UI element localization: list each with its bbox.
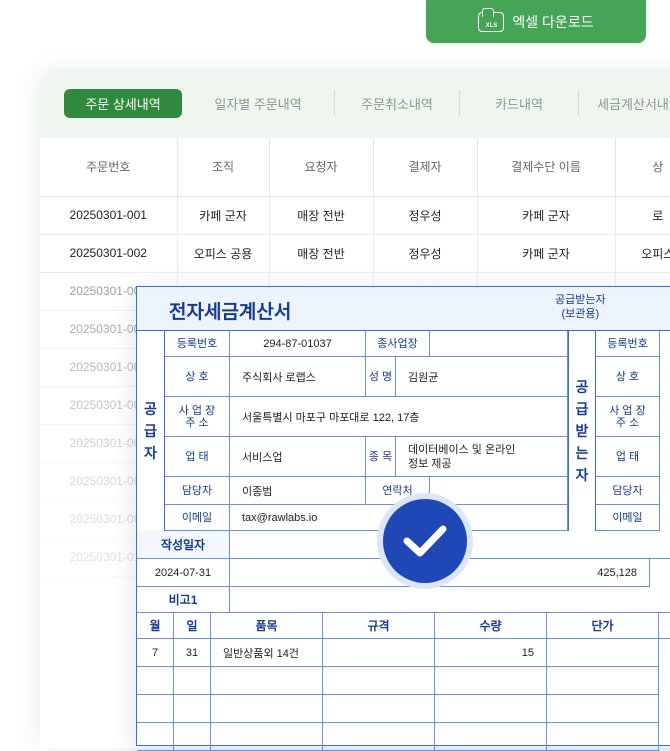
supplier-reg-no: 294-87-01037 <box>230 331 366 357</box>
biz-item-label: 종 목 <box>366 437 396 477</box>
supplier-biz-type: 서비스업 <box>230 437 366 477</box>
items-col-name: 품목 <box>211 613 323 639</box>
receiver-side-label: 공급받는자 <box>568 331 596 531</box>
tab-card-history[interactable]: 카드내역 <box>460 89 578 118</box>
item-empty-cell <box>174 723 211 751</box>
table-cell: 매장 전반 <box>269 196 374 235</box>
items-col-extra <box>659 613 670 639</box>
supplier-side-label: 공급자 <box>137 331 165 531</box>
date-label: 작성일자 <box>137 531 230 559</box>
table-cell: 카페 군자 <box>477 196 616 235</box>
receiver-side-text: 공급받는자 <box>575 379 589 483</box>
receiver-email-label: 이메일 <box>596 505 660 531</box>
receiver-manager-label: 담당자 <box>596 477 660 505</box>
item-empty-cell <box>323 723 435 751</box>
item-empty-cell <box>137 723 174 751</box>
item-empty-cell <box>174 695 211 723</box>
item-empty-cell <box>211 667 323 695</box>
item-empty-cell <box>137 667 174 695</box>
receiver-copy-label: 공급받는자 (보관용) <box>555 294 606 320</box>
item-empty-cell <box>323 695 435 723</box>
table-row[interactable]: 20250301-001 카페 군자 매장 전반 정우성 카페 군자 로 <box>40 196 670 235</box>
item-empty-cell <box>547 723 659 751</box>
note-value <box>230 587 670 613</box>
col-product[interactable]: 상 <box>615 138 670 197</box>
tab-order-details[interactable]: 주문 상세내역 <box>64 88 182 118</box>
excel-file-icon: XLS <box>478 7 505 32</box>
table-cell: 매장 전반 <box>269 234 374 273</box>
branch-label: 종사업장 <box>366 331 430 357</box>
reg-no-label: 등록번호 <box>165 331 230 357</box>
table-cell: 20250301-001 <box>40 196 178 235</box>
item-spec <box>323 639 435 667</box>
item-month: 7 <box>137 639 174 667</box>
excel-download-button[interactable]: XLS 엑셀 다운로드 <box>426 0 646 43</box>
email-label: 이메일 <box>165 505 230 531</box>
item-empty-cell <box>211 723 323 751</box>
supplier-branch <box>430 331 568 357</box>
company-label: 상 호 <box>165 357 230 397</box>
supplier-address: 서울특별시 마포구 마포대로 122, 17층 <box>230 397 568 437</box>
item-empty-cell <box>137 695 174 723</box>
ceo-label: 성 명 <box>366 357 396 397</box>
tab-daily-orders[interactable]: 일자별 주문내역 <box>182 89 334 118</box>
receiver-company-label: 상 호 <box>596 357 660 397</box>
excel-download-label: 엑셀 다운로드 <box>512 13 594 30</box>
invoice-title: 전자세금계산서 <box>169 302 292 323</box>
col-organization[interactable]: 조직 <box>177 138 270 197</box>
address-label: 사 업 장 주 소 <box>165 397 230 437</box>
note-label: 비고1 <box>137 587 230 613</box>
table-header-row: 주문번호 조직 요청자 결제자 결제수단 이름 상 <box>40 138 670 197</box>
table-cell: 오피스 <box>615 234 670 273</box>
receiver-biz-type-label: 업 태 <box>596 437 660 477</box>
item-name: 일반상품외 14건 <box>211 639 323 667</box>
col-payment-method[interactable]: 결제수단 이름 <box>477 138 616 197</box>
tab-order-cancellations[interactable]: 주문취소내역 <box>335 89 459 118</box>
items-col-price: 단가 <box>547 613 659 639</box>
tab-tax-invoices[interactable]: 세금계산서내역 <box>579 89 670 118</box>
supplier-company: 주식회사 로랩스 <box>230 357 366 397</box>
supplier-side-text: 공급자 <box>144 401 157 461</box>
items-col-qty: 수량 <box>435 613 547 639</box>
biz-type-label: 업 태 <box>165 437 230 477</box>
supplier-biz-item: 데이터베이스 및 온라인 정보 제공 <box>396 437 568 477</box>
invoice-header: 전자세금계산서 공급받는자 (보관용) <box>137 287 670 331</box>
receiver-reg-no-label: 등록번호 <box>596 331 660 357</box>
supplier-ceo: 김원균 <box>396 357 568 397</box>
invoice-date: 2024-07-31 <box>137 559 230 587</box>
col-order-no[interactable]: 주문번호 <box>40 138 178 197</box>
tab-bar: 주문 상세내역 일자별 주문내역 주문취소내역 카드내역 세금계산서내역 <box>40 68 670 138</box>
verified-check-badge <box>377 493 473 589</box>
table-cell: 정우성 <box>373 196 478 235</box>
item-empty-cell <box>435 695 547 723</box>
table-cell: 로 <box>615 196 670 235</box>
table-cell: 20250301-002 <box>40 234 178 273</box>
item-empty-cell <box>547 667 659 695</box>
item-empty-cell <box>547 695 659 723</box>
items-col-day: 일 <box>174 613 211 639</box>
item-empty-cell <box>211 695 323 723</box>
supplier-manager: 이종범 <box>230 477 366 505</box>
item-day: 31 <box>174 639 211 667</box>
col-requester[interactable]: 요청자 <box>269 138 374 197</box>
table-row[interactable]: 20250301-002 오피스 공용 매장 전반 정우성 카페 군자 오피스 <box>40 234 670 273</box>
checkmark-icon <box>383 499 467 583</box>
manager-label: 담당자 <box>165 477 230 505</box>
items-col-spec: 규격 <box>323 613 435 639</box>
item-qty: 15 <box>435 639 547 667</box>
item-empty-cell <box>174 667 211 695</box>
items-col-month: 월 <box>137 613 174 639</box>
table-cell: 카페 군자 <box>477 234 616 273</box>
table-cell: 카페 군자 <box>177 196 270 235</box>
item-empty-cell <box>435 723 547 751</box>
table-cell: 오피스 공용 <box>177 234 270 273</box>
item-empty-cell <box>435 667 547 695</box>
item-empty-cell <box>323 667 435 695</box>
col-payer[interactable]: 결제자 <box>373 138 478 197</box>
item-price <box>547 639 659 667</box>
table-cell: 정우성 <box>373 234 478 273</box>
receiver-address-label: 사 업 장 주 소 <box>596 397 660 437</box>
